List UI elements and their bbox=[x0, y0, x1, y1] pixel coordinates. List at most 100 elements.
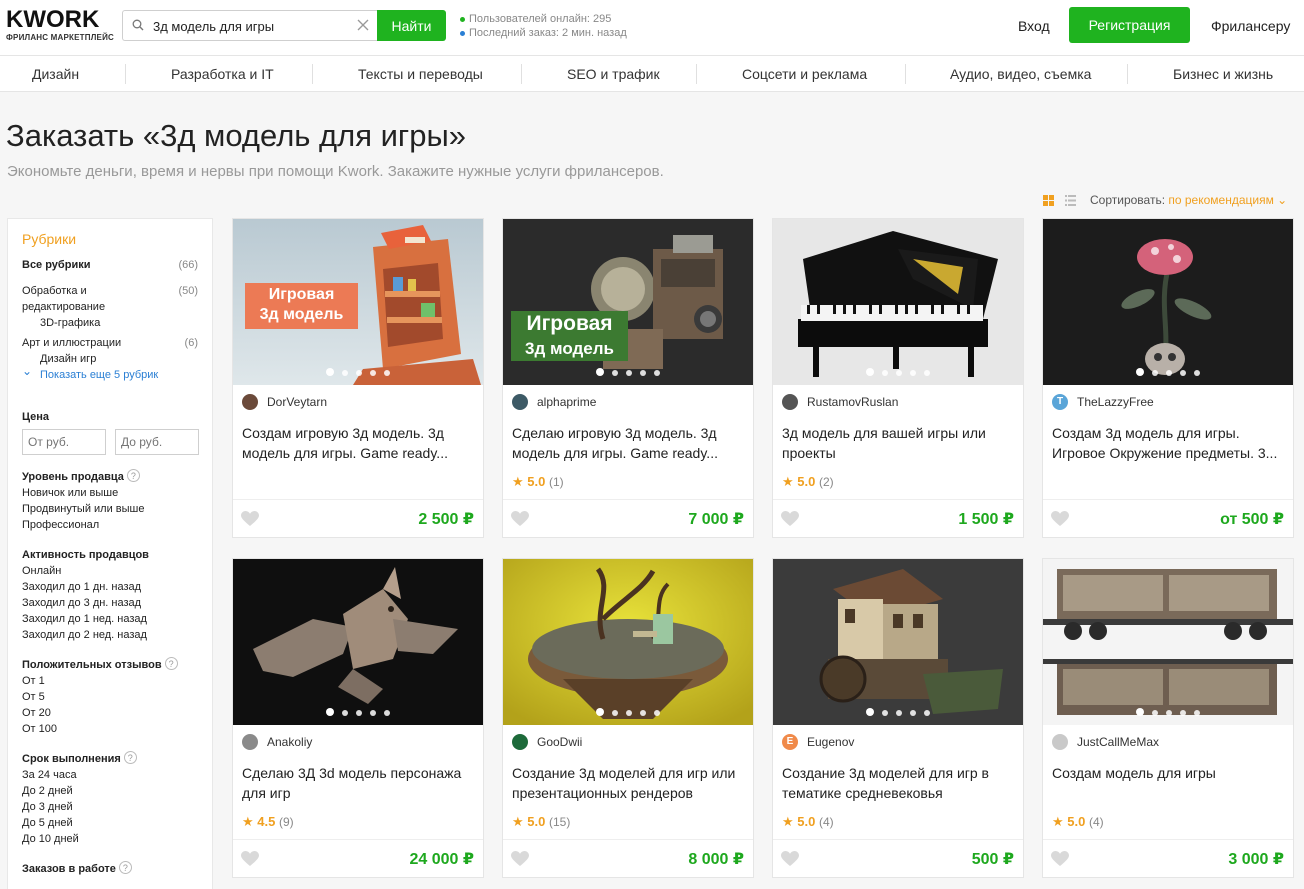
help-icon[interactable]: ? bbox=[164, 657, 178, 670]
kwork-card[interactable]: T TheLazzyFree Создам 3д модель для игры… bbox=[1042, 218, 1294, 538]
seller-info[interactable]: JustCallMeMax bbox=[1043, 725, 1293, 759]
register-button[interactable]: Регистрация bbox=[1069, 7, 1190, 43]
category-seo[interactable]: SEO и трафик bbox=[567, 66, 660, 82]
category-social[interactable]: Соцсети и реклама bbox=[742, 66, 867, 82]
filter-option[interactable]: До 10 дней bbox=[22, 831, 198, 847]
filter-option[interactable]: За 24 часа bbox=[22, 767, 198, 783]
seller-info[interactable]: alphaprime bbox=[503, 385, 753, 419]
card-title-line: Сделаю 3Д 3d модель персонажа bbox=[242, 765, 462, 781]
seller-info[interactable]: T TheLazzyFree bbox=[1043, 385, 1293, 419]
image-carousel-dots[interactable] bbox=[233, 368, 483, 376]
help-icon[interactable]: ? bbox=[126, 469, 140, 482]
seller-info[interactable]: DorVeytarn bbox=[233, 385, 483, 419]
sort-control[interactable]: Сортировать: по рекомендациям ⌄ bbox=[1090, 193, 1287, 207]
rubric-all[interactable]: Все рубрики (66) bbox=[22, 257, 198, 273]
category-design[interactable]: Дизайн bbox=[32, 66, 79, 82]
card-title[interactable]: Создам игровую 3д модель. 3д модель для и… bbox=[233, 419, 483, 469]
heart-icon[interactable] bbox=[781, 851, 799, 867]
rubric-editing[interactable]: Обработка и редактирование (50) bbox=[22, 283, 198, 315]
avatar bbox=[512, 734, 528, 750]
list-view-icon[interactable] bbox=[1065, 195, 1076, 206]
page-title: Заказать «3д модель для игры» bbox=[6, 118, 467, 153]
filter-option[interactable]: До 3 дней bbox=[22, 799, 198, 815]
kwork-card[interactable]: Игровая 3д модель DorVeytarn Создам игро… bbox=[232, 218, 484, 538]
image-carousel-dots[interactable] bbox=[503, 368, 753, 376]
freelancer-link[interactable]: Фрилансеру bbox=[1211, 18, 1290, 34]
filter-option[interactable]: Профессионал bbox=[22, 517, 198, 533]
kwork-card[interactable]: E Eugenov Создание 3д моделей для игр в т… bbox=[772, 558, 1024, 878]
sort-value[interactable]: по рекомендациям ⌄ bbox=[1168, 193, 1287, 207]
heart-icon[interactable] bbox=[511, 851, 529, 867]
filter-option[interactable]: Заходил до 1 дн. назад bbox=[22, 579, 198, 595]
seller-info[interactable]: Anakoliy bbox=[233, 725, 483, 759]
heart-icon[interactable] bbox=[241, 511, 259, 527]
image-carousel-dots[interactable] bbox=[1043, 368, 1293, 376]
filter-option[interactable]: От 20 bbox=[22, 705, 198, 721]
heart-icon[interactable] bbox=[781, 511, 799, 527]
filter-option[interactable]: Продвинутый или выше bbox=[22, 501, 198, 517]
rubric-art[interactable]: Арт и иллюстрации (6) bbox=[22, 335, 198, 351]
card-image[interactable] bbox=[503, 559, 753, 725]
card-image[interactable]: Игровая 3д модель bbox=[233, 219, 483, 385]
filter-sidebar: Рубрики Все рубрики (66) Обработка и редак… bbox=[7, 218, 213, 889]
filter-option[interactable]: Онлайн bbox=[22, 563, 198, 579]
card-image[interactable]: Игровая 3д модель bbox=[503, 219, 753, 385]
category-development[interactable]: Разработка и IT bbox=[171, 66, 274, 82]
card-image[interactable] bbox=[233, 559, 483, 725]
filter-option[interactable]: От 5 bbox=[22, 689, 198, 705]
clear-icon[interactable] bbox=[357, 19, 369, 31]
image-carousel-dots[interactable] bbox=[503, 708, 753, 716]
grid-view-icon[interactable] bbox=[1043, 195, 1054, 206]
card-title[interactable]: Сделаю игровую 3д модель. 3д модель для и… bbox=[503, 419, 753, 469]
card-title[interactable]: Создам модель для игры bbox=[1043, 759, 1293, 809]
card-image[interactable] bbox=[773, 219, 1023, 385]
card-title[interactable]: Создание 3д моделей для игр в тематике ср… bbox=[773, 759, 1023, 809]
price-from-input[interactable] bbox=[22, 429, 106, 455]
rating-count: (15) bbox=[548, 815, 571, 829]
card-title[interactable]: Создание 3д моделей для игр или презентац… bbox=[503, 759, 753, 809]
filter-option[interactable]: От 1 bbox=[22, 673, 198, 689]
kwork-card[interactable]: Игровая 3д модель alphaprime Сделаю игро… bbox=[502, 218, 754, 538]
logo[interactable]: KWORK ФРИЛАНС МАРКЕТПЛЕЙС bbox=[6, 8, 114, 43]
kwork-card[interactable]: JustCallMeMax Создам модель для игры ★ 5… bbox=[1042, 558, 1294, 878]
kwork-card[interactable]: RustamovRuslan 3д модель для вашей игры … bbox=[772, 218, 1024, 538]
filter-option[interactable]: До 5 дней bbox=[22, 815, 198, 831]
rubric-3d-graphics[interactable]: 3D-графика bbox=[22, 315, 198, 331]
card-title[interactable]: Сделаю 3Д 3d модель персонажа для игр bbox=[233, 759, 483, 809]
price-to-input[interactable] bbox=[115, 429, 199, 455]
filter-option[interactable]: Заходил до 3 дн. назад bbox=[22, 595, 198, 611]
filter-option[interactable]: До 2 дней bbox=[22, 783, 198, 799]
filter-option[interactable]: Новичок или выше bbox=[22, 485, 198, 501]
heart-icon[interactable] bbox=[1051, 851, 1069, 867]
image-carousel-dots[interactable] bbox=[773, 708, 1023, 716]
category-texts[interactable]: Тексты и переводы bbox=[358, 66, 483, 82]
seller-info[interactable]: GooDwii bbox=[503, 725, 753, 759]
filter-option[interactable]: Заходил до 1 нед. назад bbox=[22, 611, 198, 627]
help-icon[interactable]: ? bbox=[118, 861, 132, 874]
card-image[interactable] bbox=[1043, 219, 1293, 385]
card-image[interactable] bbox=[1043, 559, 1293, 725]
kwork-card[interactable]: GooDwii Создание 3д моделей для игр или п… bbox=[502, 558, 754, 878]
login-link[interactable]: Вход bbox=[1018, 18, 1050, 34]
seller-info[interactable]: E Eugenov bbox=[773, 725, 1023, 759]
help-icon[interactable]: ? bbox=[123, 751, 137, 764]
image-carousel-dots[interactable] bbox=[1043, 708, 1293, 716]
search-button[interactable]: Найти bbox=[377, 10, 446, 41]
card-image[interactable] bbox=[773, 559, 1023, 725]
rubric-game-design[interactable]: Дизайн игр bbox=[22, 351, 198, 367]
category-media[interactable]: Аудио, видео, съемка bbox=[950, 66, 1091, 82]
show-more-rubrics-link[interactable]: Показать еще 5 рубрик bbox=[22, 363, 198, 383]
filter-option[interactable]: От 100 bbox=[22, 721, 198, 737]
category-business[interactable]: Бизнес и жизнь bbox=[1173, 66, 1273, 82]
image-carousel-dots[interactable] bbox=[233, 708, 483, 716]
card-title[interactable]: Создам 3д модель для игры. Игровое Окруже… bbox=[1043, 419, 1293, 469]
search-input[interactable] bbox=[153, 16, 343, 36]
heart-icon[interactable] bbox=[511, 511, 529, 527]
heart-icon[interactable] bbox=[241, 851, 259, 867]
card-title[interactable]: 3д модель для вашей игры или проекты bbox=[773, 419, 1023, 469]
seller-info[interactable]: RustamovRuslan bbox=[773, 385, 1023, 419]
filter-option[interactable]: Заходил до 2 нед. назад bbox=[22, 627, 198, 643]
image-carousel-dots[interactable] bbox=[773, 368, 1023, 376]
kwork-card[interactable]: Anakoliy Сделаю 3Д 3d модель персонажа дл… bbox=[232, 558, 484, 878]
heart-icon[interactable] bbox=[1051, 511, 1069, 527]
